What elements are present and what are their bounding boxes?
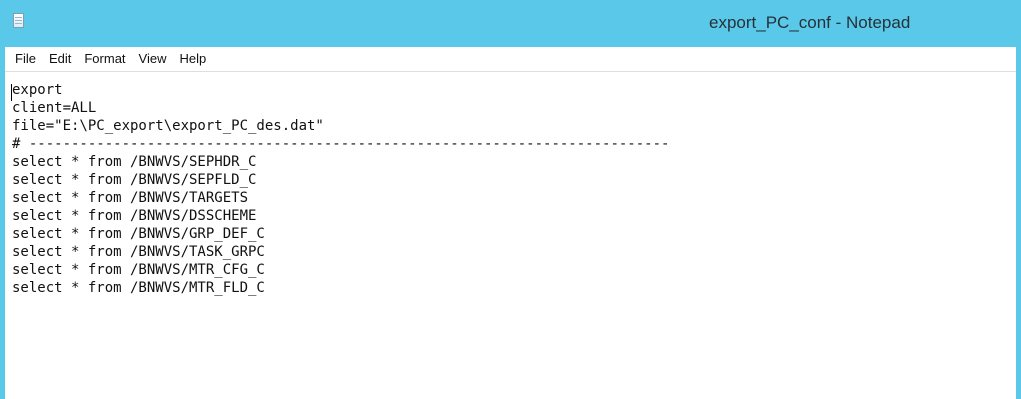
text-editor[interactable]: export client=ALL file="E:\PC_export\exp… — [5, 72, 1016, 399]
window-title: export_PC_conf - Notepad — [709, 13, 911, 32]
menu-bar: File Edit Format View Help — [5, 47, 1016, 72]
editor-line: select * from /BNWVS/MTR_FLD_C — [12, 280, 265, 296]
editor-line: file="E:\PC_export\export_PC_des.dat" — [12, 118, 324, 134]
editor-line: export — [12, 82, 63, 98]
editor-line: select * from /BNWVS/SEPFLD_C — [12, 172, 257, 188]
notepad-window: export_PC_conf - Notepad File Edit Forma… — [0, 0, 1021, 399]
editor-line: client=ALL — [12, 100, 97, 116]
editor-line: select * from /BNWVS/TARGETS — [12, 190, 249, 206]
text-caret — [11, 84, 12, 101]
editor-line: select * from /BNWVS/MTR_CFG_C — [12, 262, 265, 278]
editor-line: select * from /BNWVS/DSSCHEME — [12, 208, 257, 224]
title-bar[interactable]: export_PC_conf - Notepad — [0, 0, 1021, 47]
editor-text[interactable]: export client=ALL file="E:\PC_export\exp… — [5, 72, 1016, 297]
menu-file[interactable]: File — [9, 49, 43, 69]
menu-help[interactable]: Help — [173, 49, 213, 69]
menu-format[interactable]: Format — [78, 49, 132, 69]
menu-edit[interactable]: Edit — [43, 49, 78, 69]
menu-view[interactable]: View — [133, 49, 174, 69]
editor-line: select * from /BNWVS/GRP_DEF_C — [12, 226, 265, 242]
editor-line: # --------------------------------------… — [12, 136, 670, 152]
notepad-document-icon — [13, 13, 24, 28]
editor-line: select * from /BNWVS/SEPHDR_C — [12, 154, 257, 170]
editor-line: select * from /BNWVS/TASK_GRPC — [12, 244, 265, 260]
